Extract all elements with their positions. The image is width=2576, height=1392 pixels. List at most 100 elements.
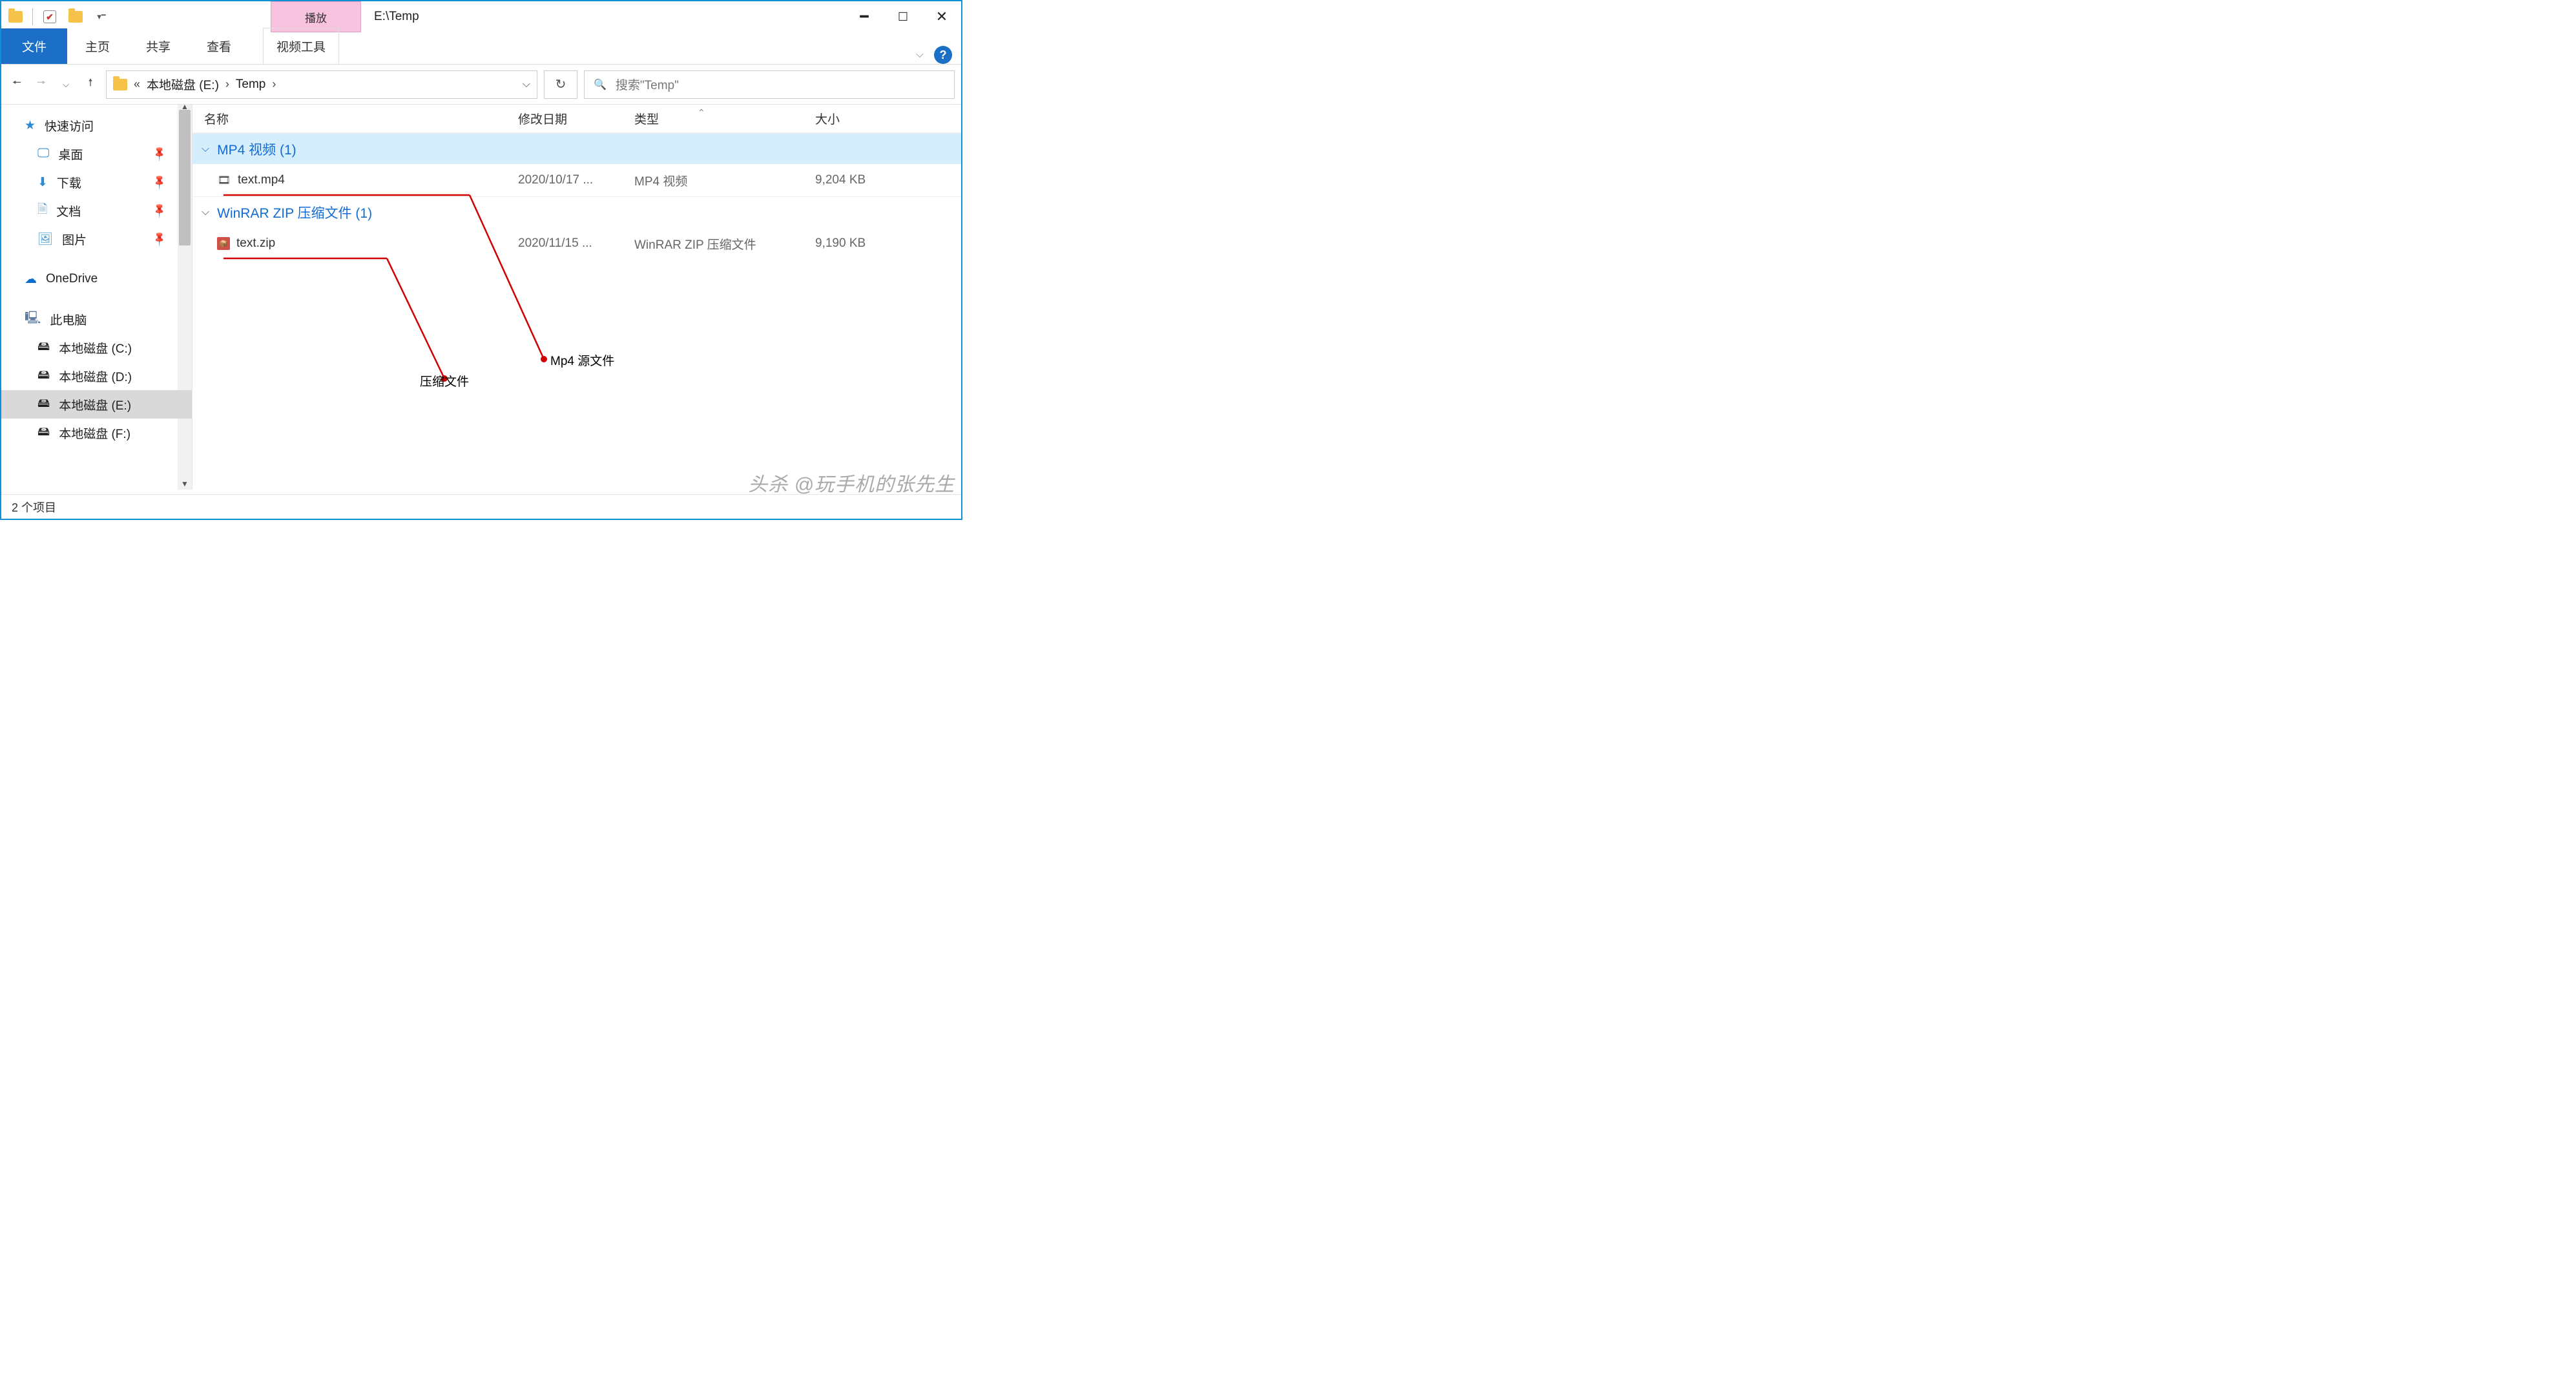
dropdown-icon[interactable]: ▾━ [92,8,110,26]
up-button[interactable]: 🠕 [81,72,99,98]
file-type: MP4 视频 [634,172,815,189]
file-name: text.zip [236,236,275,251]
watermark: 头杀 @玩手机的张先生 [748,468,955,497]
sidebar-drive-f[interactable]: 🖴 本地磁盘 (F:) [1,419,192,447]
column-type-label: 类型 [634,113,659,127]
file-name: text.mp4 [238,173,285,187]
chevron-down-icon: ⌵ [202,143,209,155]
ribbon-tabs: 文件 主页 共享 查看 视频工具 ⌵ ? [1,32,961,65]
sidebar-documents[interactable]: 🗎 文档 📌 [1,196,192,225]
pin-icon: 📌 [151,230,169,248]
pin-icon: 📌 [151,202,169,220]
search-box[interactable]: 🔍 搜索"Temp" [584,70,955,99]
group-label: WinRAR ZIP 压缩文件 (1) [217,203,372,222]
column-size[interactable]: 大小 [815,110,931,127]
sidebar-label: 本地磁盘 (D:) [59,368,132,385]
title-bar: ✔ ▾━ 播放 E:\Temp ━ ☐ ✕ [1,1,961,32]
tab-home[interactable]: 主页 [67,28,128,64]
window-controls: ━ ☐ ✕ [845,1,961,32]
navigation-pane: ▲ ▼ ★ 快速访问 🖵 桌面 📌 ⬇ 下载 📌 🗎 文档 📌 🖼 图片 📌 [1,105,192,490]
back-button[interactable]: 🠔 [8,72,26,98]
pc-icon: 🖳 [25,309,41,329]
sidebar-label: 桌面 [58,145,83,163]
tab-file[interactable]: 文件 [1,28,67,64]
pin-icon: 📌 [151,173,169,191]
address-dropdown-icon[interactable]: ⌵ [523,79,530,90]
download-icon: ⬇ [37,175,48,190]
sidebar-drive-c[interactable]: 🖴 本地磁盘 (C:) [1,333,192,362]
sidebar-onedrive[interactable]: ☁ OneDrive [1,265,192,293]
help-icon[interactable]: ? [934,46,952,64]
picture-icon: 🖼 [37,231,53,247]
sidebar-label: 图片 [62,231,87,248]
item-count: 2 个项目 [12,499,56,515]
column-headers: 名称 修改日期 ⌃ 类型 大小 [192,105,961,133]
desktop-icon: 🖵 [37,147,49,161]
sidebar-label: 快速访问 [45,117,94,134]
sidebar-this-pc[interactable]: 🖳 此电脑 [1,305,192,333]
sidebar-label: 本地磁盘 (C:) [59,339,132,357]
chevron-right-icon[interactable]: › [272,78,276,91]
search-placeholder: 搜索"Temp" [616,76,679,93]
folder-icon-2[interactable] [67,8,85,26]
drive-icon: 🖴 [37,337,50,358]
sidebar-desktop[interactable]: 🖵 桌面 📌 [1,140,192,168]
chevron-right-icon[interactable]: › [225,78,229,91]
column-type[interactable]: ⌃ 类型 [634,110,815,127]
sidebar-quick-access[interactable]: ★ 快速访问 [1,111,192,140]
tab-view[interactable]: 查看 [189,28,249,64]
group-label: MP4 视频 (1) [217,140,296,159]
file-list-pane: 名称 修改日期 ⌃ 类型 大小 ⌵ MP4 视频 (1) 🎞 text.mp4 … [192,105,961,490]
file-size: 9,190 KB [815,236,931,251]
breadcrumb-overflow[interactable]: « [134,78,140,91]
breadcrumb-folder[interactable]: Temp [236,78,265,92]
address-bar[interactable]: « 本地磁盘 (E:) › Temp › ⌵ [106,70,537,99]
annotation-mp4-label: Mp4 源文件 [550,351,614,369]
breadcrumb-drive[interactable]: 本地磁盘 (E:) [147,76,219,93]
maximize-button[interactable]: ☐ [884,1,922,32]
sidebar-drive-d[interactable]: 🖴 本地磁盘 (D:) [1,362,192,390]
cloud-icon: ☁ [25,272,37,287]
chevron-down-icon[interactable]: ⌵ [916,49,924,61]
drive-icon: 🖴 [37,394,50,415]
file-size: 9,204 KB [815,173,931,187]
tab-share[interactable]: 共享 [128,28,189,64]
folder-icon[interactable] [6,8,25,26]
sidebar-label: 本地磁盘 (F:) [59,424,130,442]
pin-icon: 📌 [151,145,169,163]
checkbox-icon[interactable]: ✔ [41,8,59,26]
zip-file-icon: 📦 [217,237,230,250]
window-title: E:\Temp [361,1,845,32]
status-bar: 2 个项目 [1,494,961,519]
scroll-down-icon[interactable]: ▼ [179,479,191,488]
star-icon: ★ [25,118,36,133]
sidebar-label: OneDrive [46,272,98,286]
file-row-zip[interactable]: 📦 text.zip 2020/11/15 ... WinRAR ZIP 压缩文… [192,227,961,260]
video-file-icon: 🎞 [217,173,231,187]
recent-locations-button[interactable]: ⌵ [57,72,75,98]
column-date[interactable]: 修改日期 [518,110,634,127]
column-name[interactable]: 名称 [192,110,518,127]
refresh-button[interactable]: ↻ [544,70,577,99]
document-icon: 🗎 [37,200,47,221]
context-tab-label: 播放 [305,9,327,25]
drive-icon: 🖴 [37,366,50,386]
sidebar-label: 下载 [57,174,81,191]
sidebar-pictures[interactable]: 🖼 图片 📌 [1,225,192,253]
minimize-button[interactable]: ━ [845,1,884,32]
quick-access-toolbar: ✔ ▾━ [1,1,116,32]
close-button[interactable]: ✕ [922,1,961,32]
sidebar-drive-e[interactable]: 🖴 本地磁盘 (E:) [1,390,192,419]
chevron-down-icon: ⌵ [202,207,209,218]
file-row-mp4[interactable]: 🎞 text.mp4 2020/10/17 ... MP4 视频 9,204 K… [192,164,961,196]
forward-button[interactable]: 🠖 [32,72,50,98]
sidebar-label: 本地磁盘 (E:) [59,396,131,413]
sidebar-label: 文档 [56,202,81,220]
group-zip[interactable]: ⌵ WinRAR ZIP 压缩文件 (1) [192,196,961,227]
sidebar-downloads[interactable]: ⬇ 下载 📌 [1,168,192,196]
file-date: 2020/11/15 ... [518,236,634,251]
divider [32,8,33,25]
tab-video-tools[interactable]: 视频工具 [263,28,339,64]
group-mp4[interactable]: ⌵ MP4 视频 (1) [192,133,961,164]
drive-icon: 🖴 [37,422,50,443]
